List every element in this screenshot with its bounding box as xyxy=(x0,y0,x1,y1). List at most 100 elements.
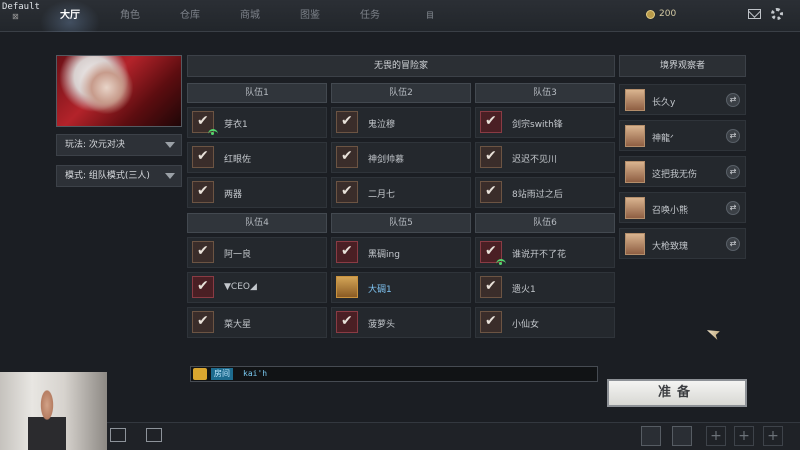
swap-icon[interactable]: ⇄ xyxy=(726,129,740,143)
hero-portrait[interactable] xyxy=(56,55,182,127)
check-icon xyxy=(336,241,358,263)
nav-extra[interactable]: 目 xyxy=(400,0,460,32)
observer-name: 神龍ᐟ xyxy=(652,134,674,144)
calendar-icon[interactable] xyxy=(110,428,126,442)
play-mode-label: 玩法: 次元对决 xyxy=(65,140,125,150)
top-bar: Default ⊠ 大厅 角色 仓库 商城 图鉴 任务 目 200 xyxy=(0,0,800,32)
team-header: 队伍5 xyxy=(331,213,471,233)
map-icon[interactable] xyxy=(146,428,162,442)
member-slot[interactable]: 迟迟不见川 xyxy=(475,142,615,173)
member-name: 鬼泣穆 xyxy=(368,120,396,130)
play-mode-select[interactable]: 玩法: 次元对决 xyxy=(56,134,182,156)
observer-name: 大枪致瑰 xyxy=(652,242,689,252)
swap-icon[interactable]: ⇄ xyxy=(726,165,740,179)
cursor-icon xyxy=(707,324,723,341)
gear-icon[interactable] xyxy=(771,8,783,20)
member-name: 迟迟不见川 xyxy=(512,155,558,165)
check-icon xyxy=(480,276,502,298)
observer-slot[interactable]: 大枪致瑰 ⇄ xyxy=(619,228,746,259)
member-slot[interactable]: 两器 xyxy=(187,177,327,208)
member-slot[interactable]: 芽衣1 xyxy=(187,107,327,138)
observer-slot[interactable]: 召唤小熊 ⇄ xyxy=(619,192,746,223)
swap-icon[interactable]: ⇄ xyxy=(726,201,740,215)
member-slot[interactable]: 大碉1 xyxy=(331,272,471,303)
nav-tasks[interactable]: 任务 xyxy=(340,0,400,32)
member-slot[interactable]: 谁说开不了花 xyxy=(475,237,615,268)
check-icon xyxy=(480,181,502,203)
member-slot[interactable]: 鬼泣穆 xyxy=(331,107,471,138)
member-name: 神剑帅慕 xyxy=(368,155,405,165)
avatar xyxy=(625,89,645,111)
observer-title: 境界观察者 xyxy=(619,55,746,77)
chat-text: kai'h xyxy=(243,369,268,378)
observer-slot[interactable]: 这把我无伤 ⇄ xyxy=(619,156,746,187)
member-name: 菜大星 xyxy=(224,320,252,330)
member-slot[interactable]: 小仙女 xyxy=(475,307,615,338)
member-name: 菠萝头 xyxy=(368,320,396,330)
ready-button[interactable]: 准备 xyxy=(607,379,747,407)
member-name: ▼CEO◢ xyxy=(224,282,257,292)
check-icon xyxy=(192,311,214,333)
nav-lobby[interactable]: 大厅 xyxy=(40,0,100,32)
main-nav: 大厅 角色 仓库 商城 图鉴 任务 目 xyxy=(40,0,460,32)
chat-channel-tag[interactable]: 房间 xyxy=(211,368,233,380)
add-slot-button[interactable]: + xyxy=(763,426,783,446)
swap-icon[interactable]: ⇄ xyxy=(726,237,740,251)
observer-slot[interactable]: 长久y ⇄ xyxy=(619,84,746,115)
member-name: 阿一良 xyxy=(224,250,252,260)
check-icon xyxy=(336,146,358,168)
wifi-icon xyxy=(496,259,506,265)
member-slot[interactable]: 二月七 xyxy=(331,177,471,208)
check-icon xyxy=(336,181,358,203)
team-6: 队伍6 谁说开不了花 遗火1 小仙女 xyxy=(475,213,615,338)
streamer-figure xyxy=(28,390,66,450)
avatar xyxy=(625,125,645,147)
team-header: 队伍3 xyxy=(475,83,615,103)
swap-icon[interactable]: ⇄ xyxy=(726,93,740,107)
avatar xyxy=(625,233,645,255)
member-name: 二月七 xyxy=(368,190,396,200)
member-name: 小仙女 xyxy=(512,320,540,330)
observer-slot[interactable]: 神龍ᐟ ⇄ xyxy=(619,120,746,151)
friends-icon[interactable] xyxy=(672,426,692,446)
team-mode-select[interactable]: 模式: 组队模式(三人) xyxy=(56,165,182,187)
member-slot[interactable]: 神剑帅慕 xyxy=(331,142,471,173)
team-2: 队伍2 鬼泣穆 神剑帅慕 二月七 xyxy=(331,83,471,208)
member-slot[interactable]: 8站雨过之后 xyxy=(475,177,615,208)
coin-count: 200 xyxy=(659,9,677,19)
nav-shop[interactable]: 商城 xyxy=(220,0,280,32)
chat-input[interactable]: 房间 kai'h xyxy=(190,366,598,382)
team-3: 队伍3 剑宗swith锋 迟迟不见川 8站雨过之后 xyxy=(475,83,615,208)
check-icon xyxy=(480,311,502,333)
coin-icon xyxy=(646,9,655,19)
add-slot-button[interactable]: + xyxy=(706,426,726,446)
member-slot[interactable]: 红眼佐 xyxy=(187,142,327,173)
member-slot[interactable]: ▼CEO◢ xyxy=(187,272,327,303)
check-icon xyxy=(480,146,502,168)
nav-warehouse[interactable]: 仓库 xyxy=(160,0,220,32)
nav-character[interactable]: 角色 xyxy=(100,0,160,32)
avatar xyxy=(625,161,645,183)
add-slot-button[interactable]: + xyxy=(734,426,754,446)
team-5: 队伍5 黑碉ing 大碉1 菠萝头 xyxy=(331,213,471,338)
stats-icon[interactable] xyxy=(641,426,661,446)
nav-codex[interactable]: 图鉴 xyxy=(280,0,340,32)
member-slot[interactable]: 菜大星 xyxy=(187,307,327,338)
default-tag: Default xyxy=(2,2,40,12)
avatar xyxy=(625,197,645,219)
observer-name: 长久y xyxy=(652,98,676,108)
check-icon xyxy=(336,311,358,333)
chevron-down-icon xyxy=(165,173,175,179)
member-slot[interactable]: 遗火1 xyxy=(475,272,615,303)
member-slot[interactable]: 剑宗swith锋 xyxy=(475,107,615,138)
hero-avatar xyxy=(336,276,358,298)
observer-name: 召唤小熊 xyxy=(652,206,689,216)
team-4: 队伍4 阿一良 ▼CEO◢ 菜大星 xyxy=(187,213,327,338)
chevron-down-icon xyxy=(165,142,175,148)
member-name: 谁说开不了花 xyxy=(512,250,567,260)
check-icon xyxy=(336,111,358,133)
member-slot[interactable]: 阿一良 xyxy=(187,237,327,268)
mail-icon[interactable] xyxy=(748,9,761,19)
member-slot[interactable]: 黑碉ing xyxy=(331,237,471,268)
member-slot[interactable]: 菠萝头 xyxy=(331,307,471,338)
